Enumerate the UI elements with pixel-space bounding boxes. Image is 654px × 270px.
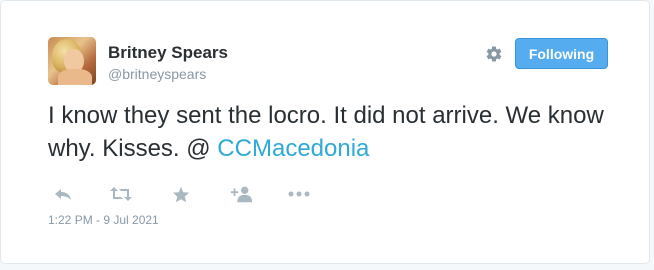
- mention-at-sign: @: [186, 135, 211, 162]
- avatar[interactable]: [48, 37, 96, 85]
- reply-button[interactable]: [51, 183, 75, 205]
- favorite-star-icon: [172, 186, 190, 202]
- user-display-name[interactable]: Britney Spears: [108, 43, 228, 63]
- tweet-text: I know they sent the locro. It did not a…: [48, 99, 628, 165]
- avatar-body: [58, 69, 92, 85]
- retweet-button[interactable]: [109, 183, 133, 205]
- reply-icon: [55, 189, 71, 200]
- more-options-button[interactable]: [287, 183, 311, 205]
- follow-user-button[interactable]: [229, 183, 253, 205]
- tweet-timestamp[interactable]: 1:22 PM - 9 Jul 2021: [48, 213, 159, 227]
- more-options-icon: [288, 191, 310, 197]
- mention-link[interactable]: CCMacedonia: [211, 135, 369, 162]
- follow-user-icon: [230, 186, 253, 203]
- following-button[interactable]: Following: [515, 38, 608, 69]
- tweet-card: Britney Spears @britneyspears Following …: [0, 0, 650, 264]
- user-handle[interactable]: @britneyspears: [108, 66, 206, 82]
- favorite-button[interactable]: [169, 183, 193, 205]
- gear-icon[interactable]: [485, 45, 503, 63]
- retweet-icon: [110, 187, 132, 201]
